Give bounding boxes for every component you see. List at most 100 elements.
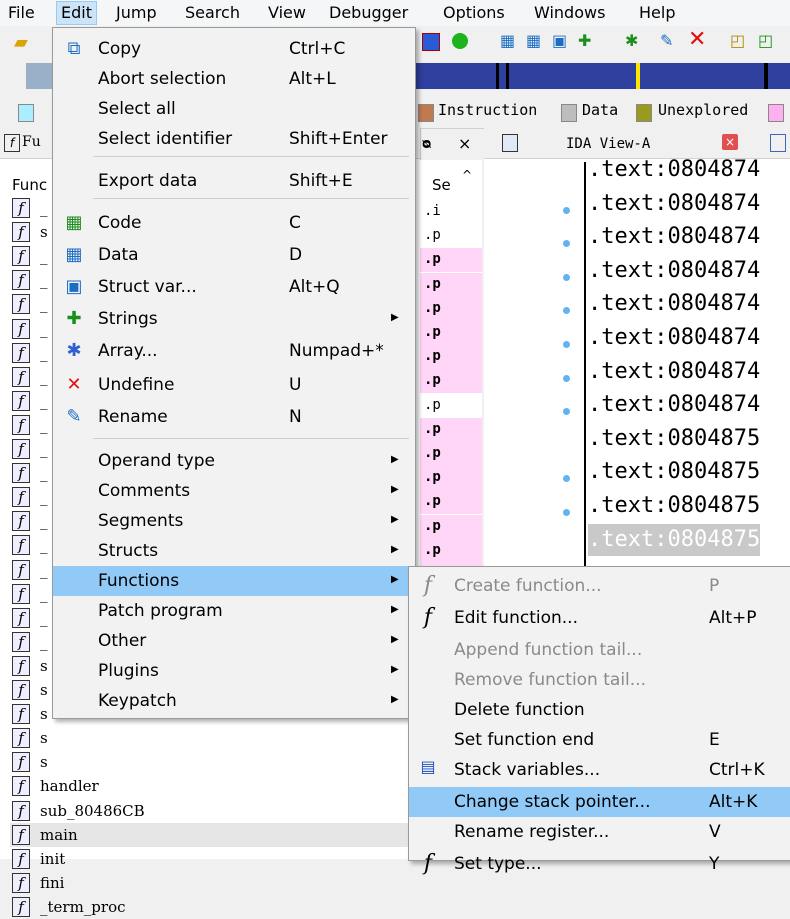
disassembly-line[interactable]: .text:0804875	[588, 523, 761, 556]
menu-item-struct-var[interactable]: ▣ Struct var... Alt+Q	[53, 272, 415, 302]
legend-lib-swatch	[18, 104, 34, 122]
segment-value: .p	[424, 420, 441, 437]
menu-item-strings[interactable]: ✚ Strings ▶	[53, 304, 415, 334]
menu-item-other[interactable]: Other ▶	[53, 626, 415, 656]
menu-item-label: Array...	[98, 341, 158, 361]
breakpoint-dot[interactable]	[563, 341, 570, 348]
disassembly-line[interactable]: .text:0804874	[588, 221, 760, 253]
menu-item-abort-selection[interactable]: Abort selection Alt+L	[53, 64, 415, 94]
menu-item-plugins[interactable]: Plugins ▶	[53, 656, 415, 686]
disassembly-line[interactable]: .text:0804874	[588, 356, 760, 388]
menu-search[interactable]: Search	[181, 2, 244, 24]
function-row[interactable]: f _term_proc	[10, 895, 420, 919]
function-icon: f	[12, 631, 30, 652]
menu-item-patch-program[interactable]: Patch program ▶	[53, 596, 415, 626]
menu-item-functions[interactable]: Functions ▶	[53, 566, 415, 596]
menu-file[interactable]: File	[4, 2, 39, 24]
function-row[interactable]: f fini	[10, 871, 420, 895]
struct-toolbar-icon[interactable]: ▣	[552, 31, 567, 50]
strings-toolbar-icon[interactable]: ✚	[578, 31, 591, 50]
function-row[interactable]: f sub_80486CB	[10, 799, 420, 823]
disassembly-line[interactable]: .text:0804874	[588, 288, 760, 320]
function-icon: f	[12, 559, 30, 580]
function-row[interactable]: f main	[10, 822, 420, 847]
submenu-item-rename-register[interactable]: Rename register... V	[409, 817, 790, 847]
menu-item-shortcut: U	[289, 375, 302, 395]
menu-edit[interactable]: Edit	[56, 1, 97, 25]
navigation-band-right[interactable]	[416, 63, 790, 89]
float-icon[interactable]: ᴓ	[422, 136, 431, 152]
function-icon: f	[12, 776, 30, 797]
submenu-item-set-type[interactable]: f Set type... Y	[409, 849, 790, 879]
function-row[interactable]: f handler	[10, 774, 420, 798]
functions-column-header[interactable]: Func	[12, 176, 47, 194]
comment-toolbar-icon[interactable]: ◰	[730, 31, 745, 50]
menu-windows[interactable]: Windows	[530, 2, 609, 24]
disassembly-line[interactable]: .text:0804875	[588, 456, 760, 488]
menu-separator	[93, 156, 409, 157]
submenu-item-stack-variables[interactable]: ▤ Stack variables... Ctrl+K	[409, 755, 790, 785]
segment-value: .p	[424, 493, 441, 510]
function-icon: f	[12, 824, 30, 845]
submenu-item-label: Edit function...	[454, 608, 578, 628]
menu-jump[interactable]: Jump	[112, 2, 161, 24]
submenu-item-delete-function[interactable]: Delete function	[409, 695, 790, 725]
menu-item-export-data[interactable]: Export data Shift+E	[53, 166, 415, 196]
undefine-toolbar-icon[interactable]: ✕	[688, 27, 706, 52]
function-row[interactable]: fs	[10, 726, 420, 750]
menu-debugger[interactable]: Debugger	[325, 2, 412, 24]
menu-item-rename[interactable]: ✎ Rename N	[53, 402, 415, 432]
disassembly-line[interactable]: .text:0804874	[588, 322, 760, 354]
close-icon[interactable]: ×	[458, 134, 471, 153]
function-icon: f	[423, 605, 433, 630]
menu-item-select-all[interactable]: Select all	[53, 94, 415, 124]
disassembly-line[interactable]: .text:0804875	[588, 423, 760, 455]
disassembly-line[interactable]: .text:0804874	[588, 389, 760, 421]
disassembly-line[interactable]: .text:0804874	[588, 188, 760, 220]
breakpoint-dot[interactable]	[563, 206, 570, 214]
menu-item-array[interactable]: ✱ Array... Numpad+*	[53, 336, 415, 366]
menu-item-structs[interactable]: Structs ▶	[53, 536, 415, 566]
menu-item-operand-type[interactable]: Operand type ▶	[53, 446, 415, 476]
run-icon[interactable]	[452, 33, 468, 49]
segment-column-header[interactable]: Se	[432, 176, 451, 194]
menu-options[interactable]: Options	[439, 2, 509, 24]
breakpoint-dot[interactable]	[563, 509, 570, 516]
menu-item-undefine[interactable]: ✕ Undefine U	[53, 370, 415, 400]
submenu-item-create-function: f Create function... P	[409, 571, 790, 601]
submenu-item-set-function-end[interactable]: Set function end E	[409, 725, 790, 755]
menu-help[interactable]: Help	[635, 2, 679, 24]
submenu-item-shortcut: Alt+K	[709, 792, 758, 812]
breakpoint-dot[interactable]	[563, 273, 570, 281]
data-toolbar-icon[interactable]: ▦	[526, 31, 541, 50]
menu-item-select-identifier[interactable]: Select identifier Shift+Enter	[53, 124, 415, 154]
function-row[interactable]: fs	[10, 750, 420, 774]
array-toolbar-icon[interactable]: ✱	[625, 31, 638, 50]
menubar: File Edit Jump Search View Debugger Opti…	[0, 0, 790, 26]
disassembly-line[interactable]: .text:0804874	[588, 154, 760, 186]
menu-view[interactable]: View	[264, 2, 310, 24]
disassembly-line[interactable]: .text:0804874	[588, 255, 760, 287]
menu-item-comments[interactable]: Comments ▶	[53, 476, 415, 506]
menu-item-keypatch[interactable]: Keypatch ▶	[53, 686, 415, 716]
disassembly-line[interactable]: .text:0804875	[588, 490, 760, 522]
menu-item-data[interactable]: ▦ Data D	[53, 240, 415, 270]
open-folder-icon[interactable]: ▰	[14, 32, 28, 53]
menu-item-code[interactable]: ▦ Code C	[53, 208, 415, 238]
menu-item-copy[interactable]: ⧉ Copy Ctrl+C	[53, 34, 415, 64]
menu-separator	[93, 438, 409, 439]
close-tab-icon[interactable]: ×	[722, 134, 738, 150]
breakpoint-dot[interactable]	[563, 374, 570, 382]
stop-icon[interactable]	[422, 33, 440, 51]
menu-item-label: Code	[98, 213, 142, 233]
function-icon: f	[12, 318, 30, 339]
submenu-item-change-stack-pointer[interactable]: Change stack pointer... Alt+K	[409, 787, 790, 817]
function-name: _	[40, 415, 48, 434]
scroll-up-icon[interactable]: ^	[462, 168, 472, 182]
submenu-item-edit-function[interactable]: f Edit function... Alt+P	[409, 603, 790, 633]
rename-toolbar-icon[interactable]: ✎	[660, 31, 673, 50]
next-tab-icon[interactable]	[770, 134, 786, 152]
menu-item-segments[interactable]: Segments ▶	[53, 506, 415, 536]
code-toolbar-icon[interactable]: ▦	[500, 31, 515, 50]
comment2-toolbar-icon[interactable]: ◰	[758, 31, 773, 50]
